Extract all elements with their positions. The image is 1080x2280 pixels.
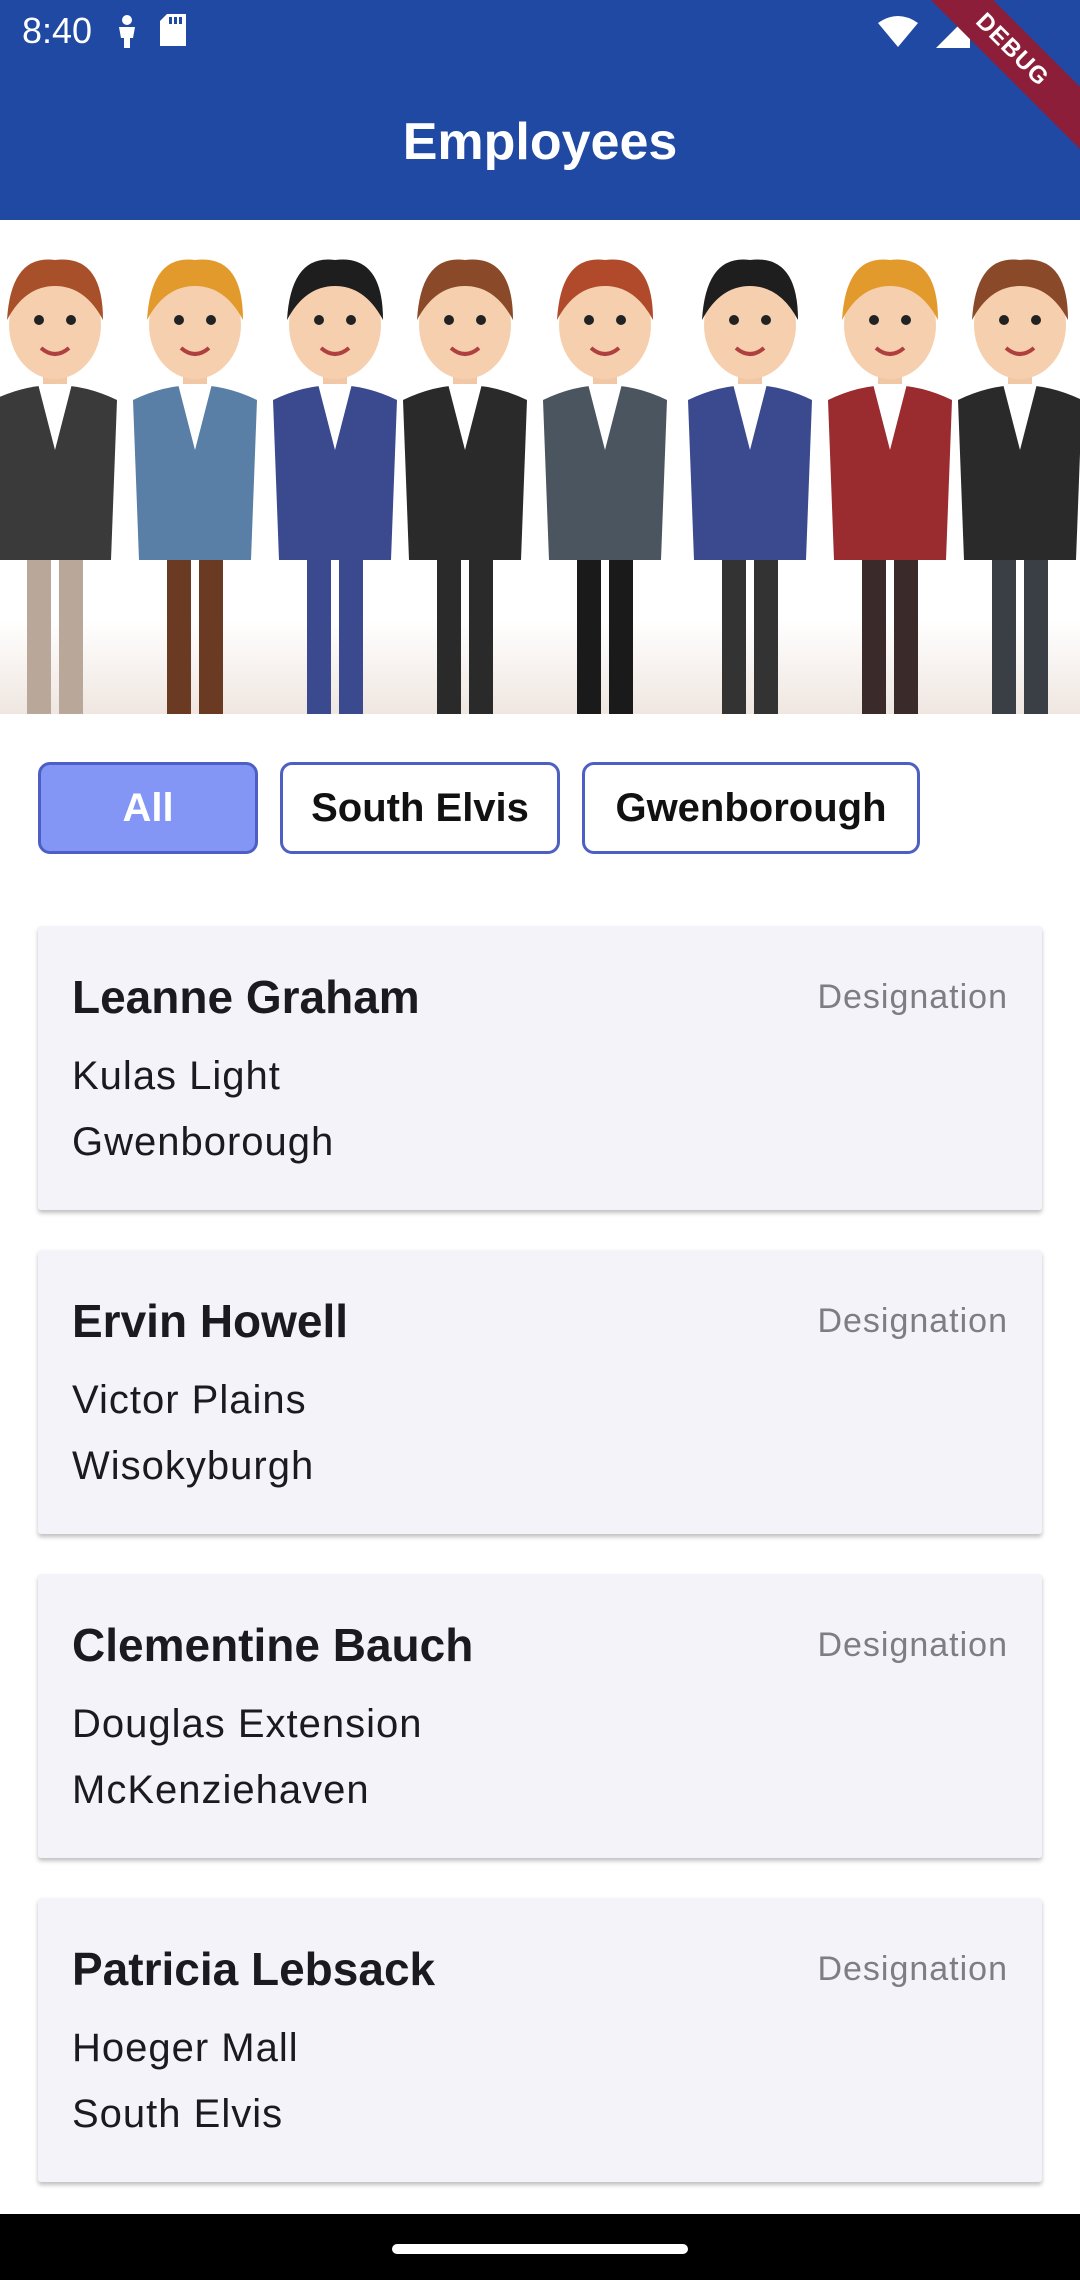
employee-name: Clementine Bauch [72,1619,474,1671]
employees-group-illustration [0,259,1080,714]
filter-chips: All South Elvis Gwenborough [38,762,920,854]
employee-city: Gwenborough [72,1120,335,1164]
employee-designation: Designation [817,1950,1008,1988]
person-icon [119,15,135,48]
employee-name: Leanne Graham [72,971,420,1023]
employee-street: Hoeger Mall [72,2026,299,2070]
employee-card[interactable]: Clementine Bauch Designation Douglas Ext… [38,1574,1042,1858]
employee-street: Kulas Light [72,1054,281,1098]
employee-city: South Elvis [72,2092,284,2136]
filter-chip-all[interactable]: All [38,762,258,854]
app-bar: Employees [0,64,1080,220]
sd-card-icon [160,14,186,46]
employee-card[interactable]: Patricia Lebsack Designation Hoeger Mall… [38,1898,1042,2182]
system-nav-bar [0,2214,1080,2280]
employee-list: Leanne Graham Designation Kulas Light Gw… [38,926,1042,2222]
filter-chip-gwenborough[interactable]: Gwenborough [582,762,920,854]
hero-image [0,220,1080,714]
employee-street: Douglas Extension [72,1702,423,1746]
page-title: Employees [402,113,678,171]
wifi-icon [878,16,918,47]
home-gesture-handle[interactable] [392,2244,688,2254]
employee-designation: Designation [817,978,1008,1016]
employee-card[interactable]: Ervin Howell Designation Victor Plains W… [38,1250,1042,1534]
employee-name: Ervin Howell [72,1295,349,1347]
employee-city: McKenziehaven [72,1768,370,1812]
employee-name: Patricia Lebsack [72,1943,436,1995]
status-bar: 8:40 [0,0,1080,64]
status-time: 8:40 [22,10,93,51]
employee-designation: Designation [817,1626,1008,1664]
debug-banner: DEBUG [920,0,1080,160]
employee-city: Wisokyburgh [72,1444,315,1488]
employee-card[interactable]: Leanne Graham Designation Kulas Light Gw… [38,926,1042,1210]
employee-street: Victor Plains [72,1378,307,1422]
employee-designation: Designation [817,1302,1008,1340]
filter-chip-south-elvis[interactable]: South Elvis [280,762,560,854]
